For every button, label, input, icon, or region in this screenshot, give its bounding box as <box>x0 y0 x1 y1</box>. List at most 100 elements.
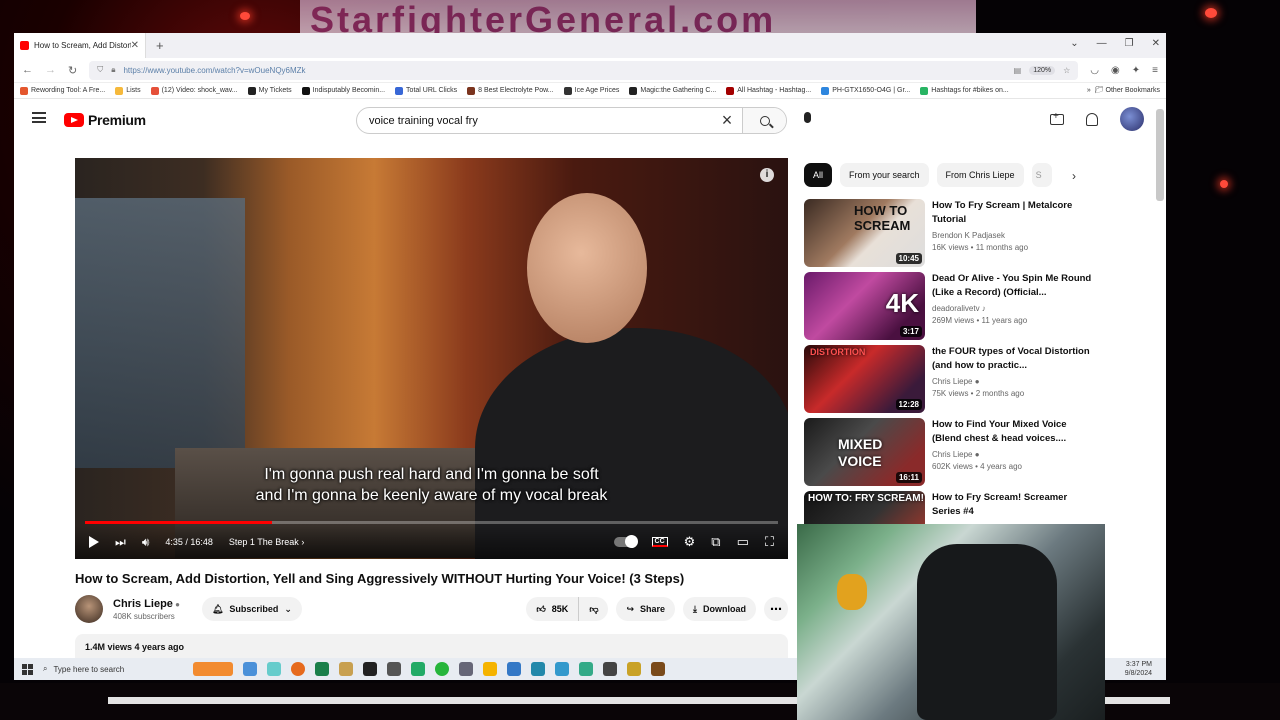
tab-close-icon[interactable]: ✕ <box>131 40 139 51</box>
pocket-icon[interactable]: ◡ <box>1090 65 1099 76</box>
firefox-icon[interactable] <box>291 662 305 676</box>
info-icon[interactable]: i <box>760 168 774 182</box>
url-text[interactable]: https://www.youtube.com/watch?v=wOueNQy6… <box>123 66 1005 75</box>
taskbar-people-icon[interactable] <box>193 662 233 676</box>
search-button[interactable] <box>742 108 786 133</box>
channel-name[interactable]: Chris Liepe <box>113 598 180 610</box>
recommendation-title[interactable]: the FOUR types of Vocal Distortion (and … <box>932 345 1094 373</box>
system-clock[interactable]: 3:37 PM 9/8/2024 <box>1125 660 1152 678</box>
create-video-icon[interactable] <box>1050 111 1064 125</box>
taskbar-search[interactable]: ⌕ Type here to search <box>43 660 183 678</box>
recommendation-title[interactable]: How To Fry Scream | Metalcore Tutorial <box>932 199 1094 227</box>
taskbar-app-icon[interactable] <box>579 662 593 676</box>
taskbar-app-icon[interactable] <box>315 662 329 676</box>
more-actions-button[interactable]: ⋯ <box>764 597 788 621</box>
chevron-right-icon[interactable]: › <box>1072 169 1076 183</box>
close-window-icon[interactable]: ✕ <box>1152 38 1160 49</box>
taskbar-app-icon[interactable] <box>483 662 497 676</box>
bookmark-item[interactable]: Hashtags for #bikes on... <box>920 86 1009 95</box>
autoplay-toggle[interactable] <box>613 535 638 548</box>
taskbar-app-icon[interactable] <box>651 662 665 676</box>
recommendation-item[interactable]: 4K 3:17 Dead Or Alive - You Spin Me Round … <box>804 272 1094 341</box>
bookmark-star-icon[interactable]: ☆ <box>1063 66 1070 75</box>
notifications-bell-icon[interactable] <box>1086 112 1098 126</box>
video-thumbnail[interactable]: 4K 3:17 <box>804 272 925 340</box>
other-bookmarks[interactable]: » 📁︎ Other Bookmarks <box>1080 86 1160 94</box>
address-bar[interactable]: ⛉ 🔒︎ https://www.youtube.com/watch?v=wOu… <box>89 60 1079 80</box>
user-avatar[interactable] <box>1120 107 1144 131</box>
play-icon[interactable] <box>89 536 99 548</box>
filter-chip[interactable]: From your search <box>840 163 929 187</box>
taskbar-app-icon[interactable] <box>387 662 401 676</box>
zoom-level[interactable]: 120% <box>1029 65 1056 75</box>
taskbar-app-icon[interactable] <box>411 662 425 676</box>
tab-active[interactable]: How to Scream, Add Distortion, Yell ✕ <box>14 33 146 58</box>
bookmark-item[interactable]: (12) Video: shock_wav... <box>150 86 238 95</box>
channel-avatar[interactable] <box>75 595 103 623</box>
terminal-icon[interactable] <box>363 662 377 676</box>
account-icon[interactable]: ◉ <box>1111 65 1120 76</box>
video-thumbnail[interactable]: DISTORTION 12:28 <box>804 345 925 413</box>
filter-chip[interactable]: All <box>804 163 833 187</box>
recommendation-title[interactable]: How to Find Your Mixed Voice (Blend ches… <box>932 418 1094 446</box>
taskbar-app-icon[interactable] <box>267 662 281 676</box>
bookmark-item[interactable]: Lists <box>115 86 141 95</box>
share-button[interactable]: ↪ Share <box>616 597 676 621</box>
volume-icon[interactable]: 🔊︎ <box>142 535 150 550</box>
progress-bar[interactable] <box>85 521 778 524</box>
microphone-icon[interactable] <box>804 112 811 123</box>
like-button[interactable]: 👍︎ 85K <box>526 597 578 621</box>
fullscreen-icon[interactable]: ⛶ <box>765 534 774 550</box>
reader-view-icon[interactable]: ▤ <box>1014 66 1022 75</box>
taskbar-app-icon[interactable] <box>507 662 521 676</box>
download-button[interactable]: ⤓ Download <box>683 597 756 621</box>
taskbar-app-icon[interactable] <box>555 662 569 676</box>
recommendation-item[interactable]: HOW TO SCREAM 10:45 How To Fry Scream | Me… <box>804 199 1094 268</box>
dislike-button[interactable]: 👎︎ <box>578 597 608 621</box>
recommendation-channel[interactable]: Brendon K Padjasek <box>932 231 1094 240</box>
taskbar-app-icon[interactable] <box>339 662 353 676</box>
tab-list-icon[interactable]: ⌄ <box>1070 38 1078 49</box>
shield-icon[interactable]: ⛉ <box>97 65 103 75</box>
lock-icon[interactable]: 🔒︎ <box>111 65 115 75</box>
subscribed-button[interactable]: 🔔︎ Subscribed ⌄ <box>201 597 302 621</box>
taskbar-app-icon[interactable] <box>459 662 473 676</box>
recommendation-channel[interactable]: Chris Liepe ● <box>932 450 1094 459</box>
filter-chip[interactable]: S <box>1031 163 1052 187</box>
taskbar-search-placeholder[interactable]: Type here to search <box>53 665 124 674</box>
clear-search-icon[interactable]: × <box>712 110 742 131</box>
recommendation-title[interactable]: Dead Or Alive - You Spin Me Round (Like … <box>932 272 1094 300</box>
taskbar-app-icon[interactable] <box>531 662 545 676</box>
recommendation-item[interactable]: MIXED VOICE 16:11 How to Find Your Mixed V… <box>804 418 1094 487</box>
theater-mode-icon[interactable]: ▭ <box>737 534 749 550</box>
bookmark-item[interactable]: PH-GTX1650-O4G | Gr... <box>821 86 910 95</box>
recommendation-title[interactable]: How to Fry Scream! Screamer Series #4 <box>932 491 1094 519</box>
page-scrollbar[interactable] <box>1156 109 1164 201</box>
menu-icon[interactable]: ≡ <box>1152 65 1158 76</box>
bookmark-item[interactable]: Total URL Clicks <box>395 86 457 95</box>
extensions-icon[interactable]: ✦ <box>1132 65 1140 76</box>
next-icon[interactable]: ⏭︎ <box>115 535 126 550</box>
recommendation-channel[interactable]: Chris Liepe ● <box>932 377 1094 386</box>
recommendation-channel[interactable]: deadoralivetv ♪ <box>932 304 1094 313</box>
hamburger-menu-icon[interactable] <box>32 112 46 123</box>
filter-chip[interactable]: From Chris Liepe <box>936 163 1024 187</box>
bookmark-item[interactable]: 8 Best Electrolyte Pow... <box>467 86 554 95</box>
bookmark-item[interactable]: My Tickets <box>247 86 292 95</box>
search-input[interactable]: voice training vocal fry <box>357 115 712 127</box>
bookmark-item[interactable]: Magic:the Gathering C... <box>629 86 716 95</box>
minimize-icon[interactable]: — <box>1097 38 1107 49</box>
recommendation-item[interactable]: DISTORTION 12:28 the FOUR types of Vocal D… <box>804 345 1094 414</box>
back-icon[interactable]: ← <box>22 64 33 76</box>
restore-icon[interactable]: ❐ <box>1125 38 1134 49</box>
bookmark-item[interactable]: All Hashtag - Hashtag... <box>726 86 811 95</box>
youtube-logo[interactable]: Premium <box>64 112 146 128</box>
bookmark-item[interactable]: Rewording Tool: A Fre... <box>20 86 105 95</box>
chapter-title[interactable]: Step 1 The Break › <box>229 537 304 547</box>
forward-icon[interactable]: → <box>45 64 56 76</box>
bookmark-item[interactable]: Ice Age Prices <box>563 86 619 95</box>
video-thumbnail[interactable]: MIXED VOICE 16:11 <box>804 418 925 486</box>
new-tab-button[interactable]: + <box>156 38 164 53</box>
settings-gear-icon[interactable]: ⚙ <box>684 534 696 550</box>
taskbar-app-icon[interactable] <box>603 662 617 676</box>
